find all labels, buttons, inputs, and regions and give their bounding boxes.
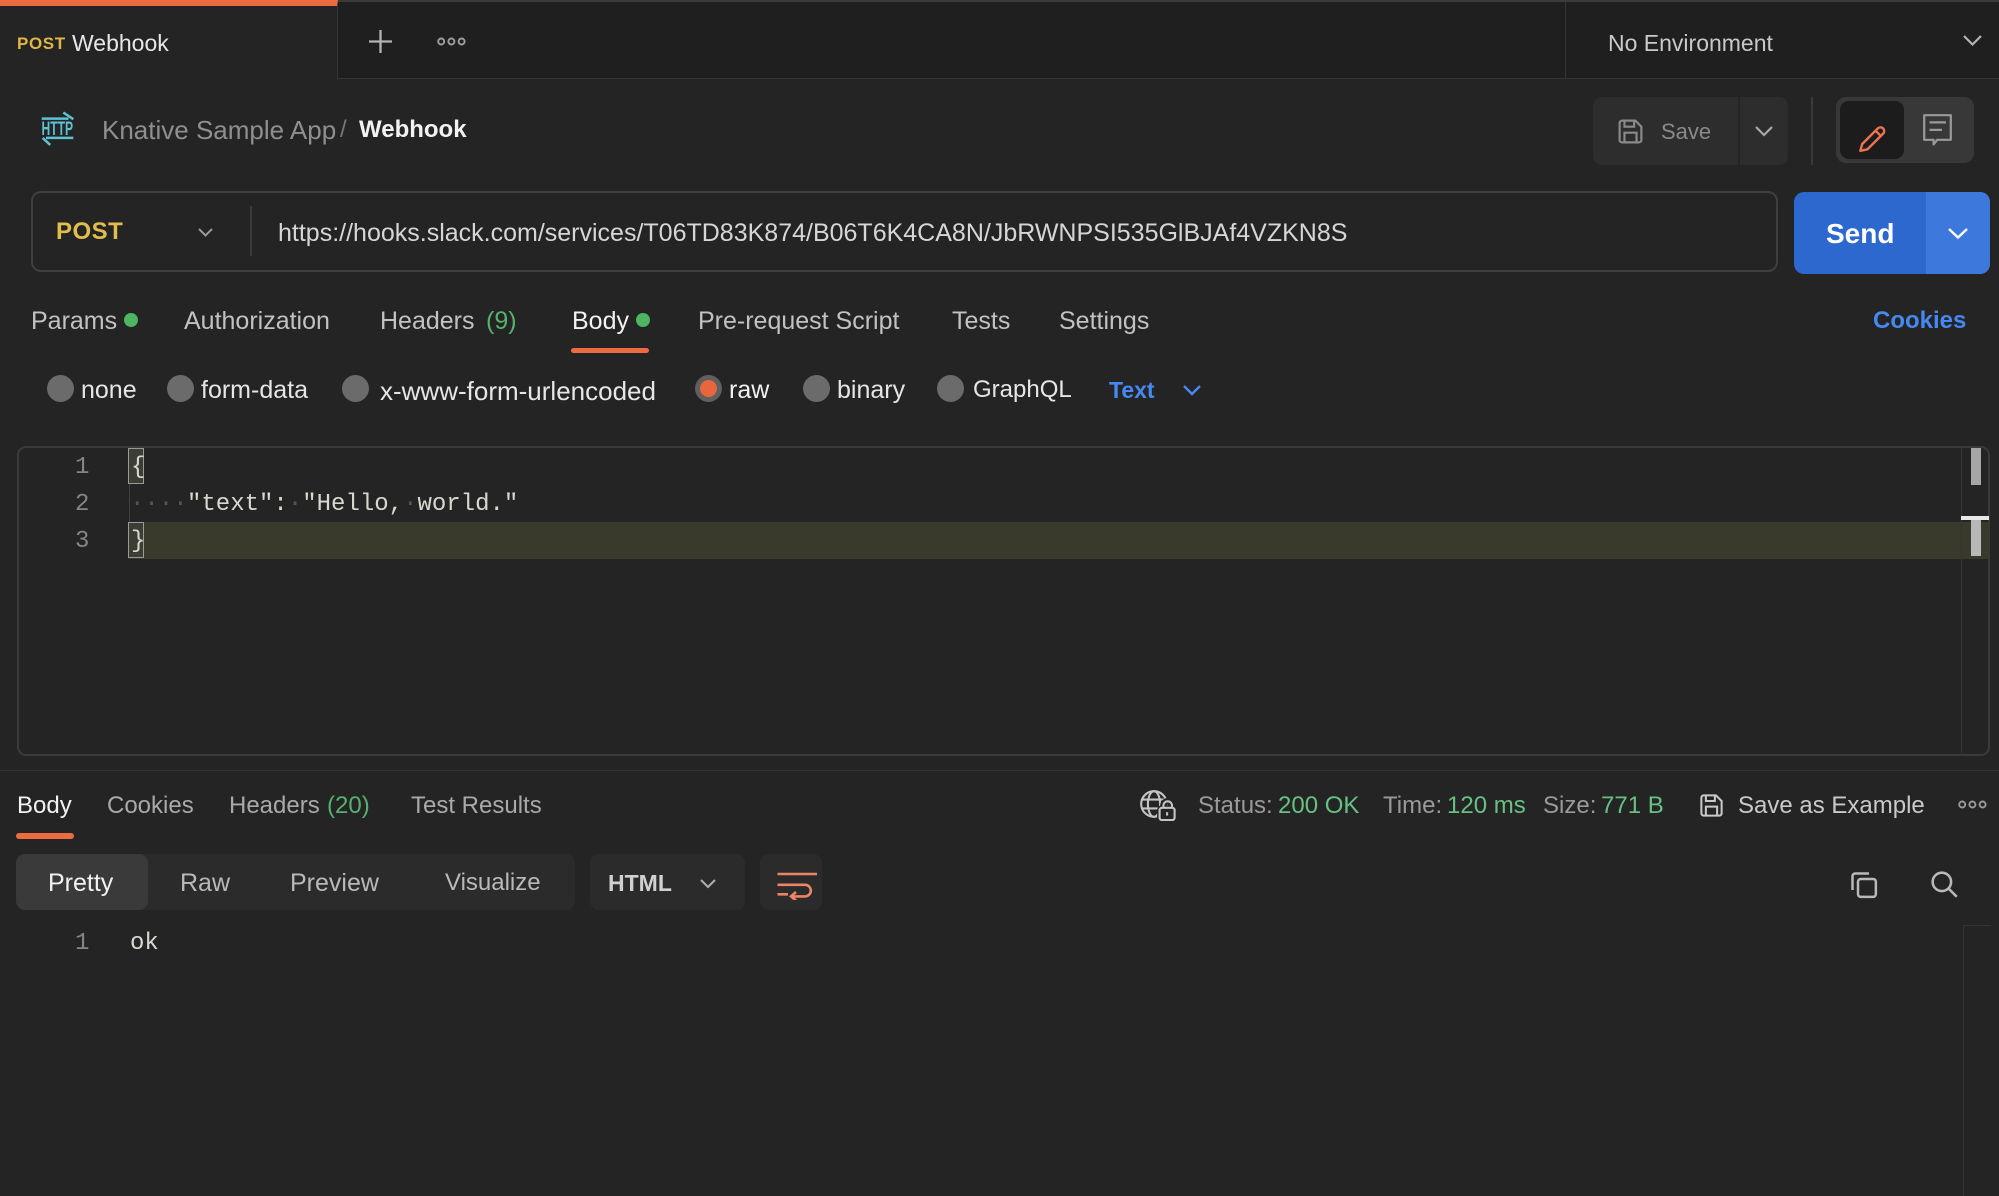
svg-text:HTTP: HTTP (42, 118, 74, 140)
